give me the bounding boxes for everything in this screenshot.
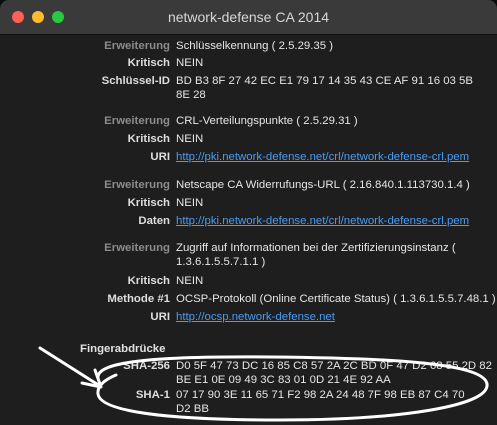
field-label: URI [150,151,170,163]
certificate-window: network-defense CA 2014 Erweiterung Schl… [0,0,497,425]
field-label: Erweiterung [104,115,170,127]
title-bar: network-defense CA 2014 [0,0,497,35]
field-value: BD B3 8F 27 42 EC E1 79 17 14 35 43 CE A… [176,75,473,101]
field-value: NEIN [176,133,204,145]
field-label: Erweiterung [104,179,170,191]
field-value: OCSP-Protokoll (Online Certificate Statu… [176,293,496,305]
field-label: Methode #1 [107,293,170,305]
field-value: Zugriff auf Informationen bei der Zertif… [176,242,456,268]
field-value: Netscape CA Widerrufungs-URL ( 2.16.840.… [176,179,470,191]
fingerprints-heading: Fingerabdrücke [80,343,166,355]
sha256-label: SHA-256 [123,360,170,372]
field-label: Erweiterung [104,242,170,254]
certificate-details: Erweiterung Schlüsselkennung ( 2.5.29.35… [0,35,497,425]
field-label: URI [150,311,170,323]
field-label: Kritisch [127,57,170,69]
field-label: Kritisch [127,275,170,287]
sha1-value: 07 17 90 3E 11 65 71 F2 98 2A 24 48 7F 9… [176,389,465,415]
field-value: Schlüsselkennung ( 2.5.29.35 ) [176,40,334,52]
field-label: Erweiterung [104,40,170,52]
sha256-value: D0 5F 47 73 DC 16 85 C8 57 2A 2C BD 0F 4… [176,360,492,386]
field-label: Schlüssel-ID [101,75,170,87]
ocsp-uri-link[interactable]: http://ocsp.network-defense.net [176,311,490,325]
field-value: CRL-Verteilungspunkte ( 2.5.29.31 ) [176,115,358,127]
field-label: Daten [138,215,170,227]
netscape-crl-link[interactable]: http://pki.network-defense.net/crl/netwo… [176,215,490,229]
field-value: NEIN [176,275,204,287]
field-value: NEIN [176,197,204,209]
field-label: Kritisch [127,133,170,145]
sha1-label: SHA-1 [135,389,170,401]
field-value: NEIN [176,57,204,69]
window-title: network-defense CA 2014 [167,9,330,25]
crl-uri-link[interactable]: http://pki.network-defense.net/crl/netwo… [176,151,490,165]
field-label: Kritisch [127,197,170,209]
